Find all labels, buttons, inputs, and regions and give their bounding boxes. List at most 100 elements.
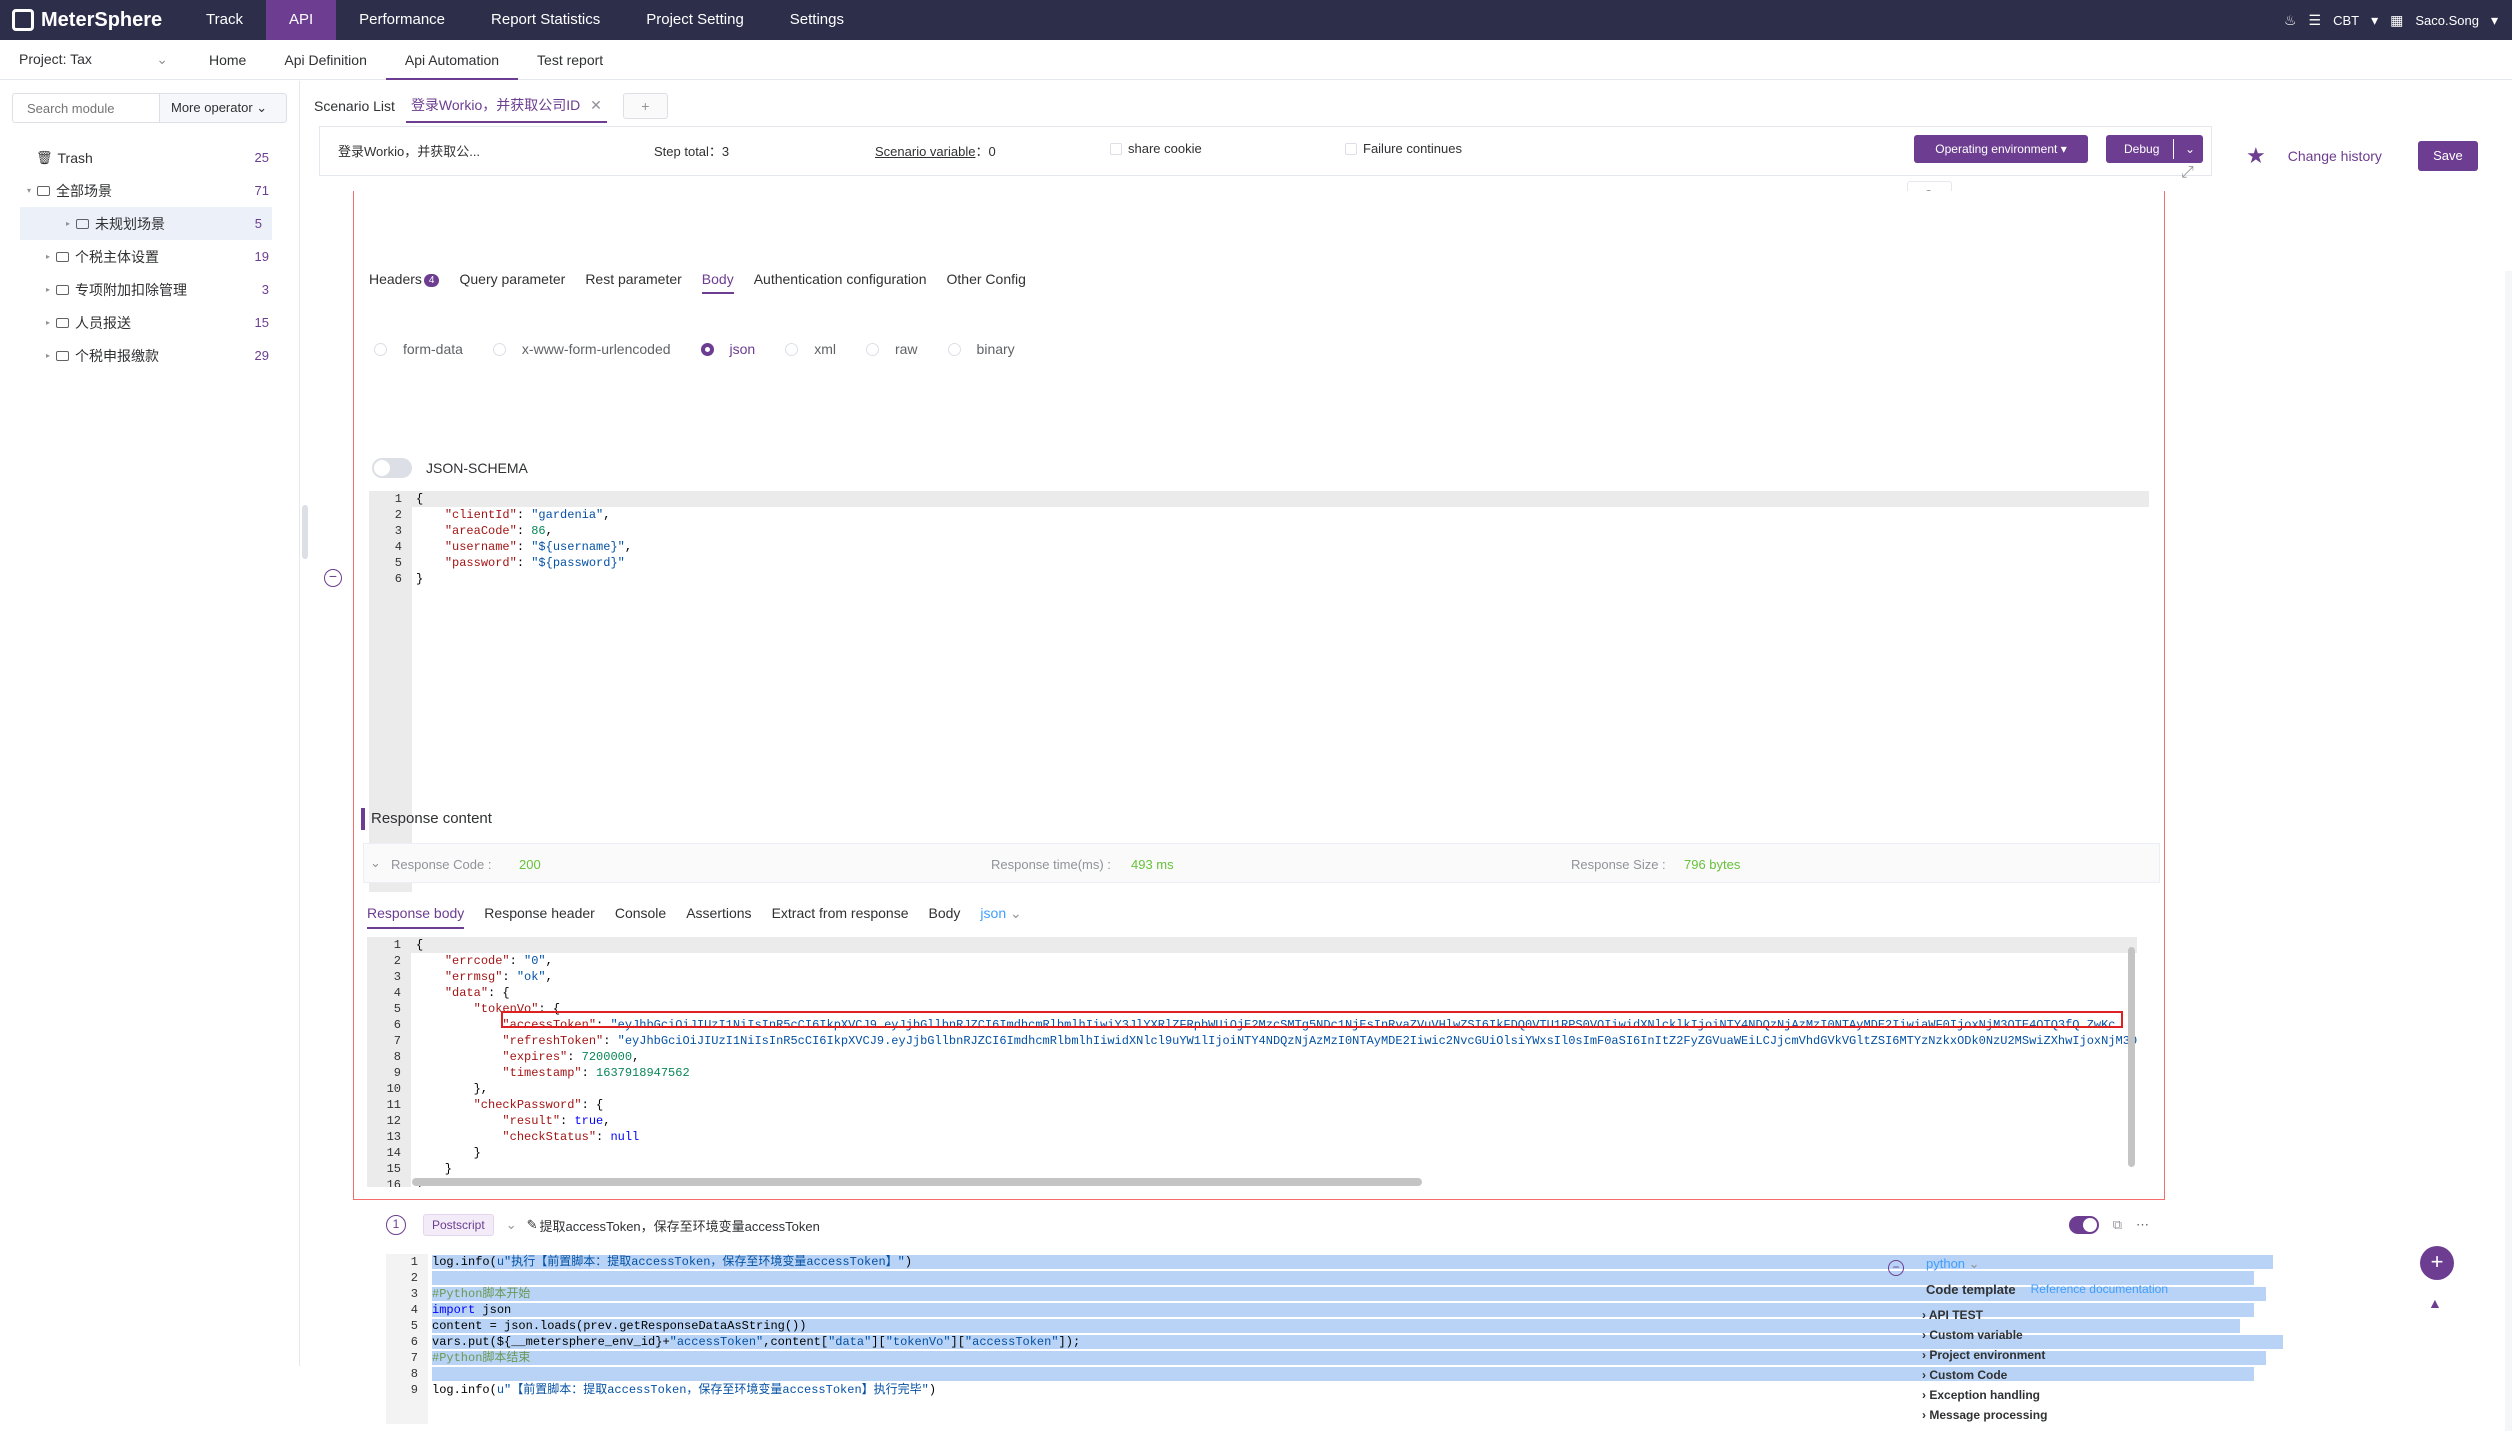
project-selector[interactable]: Project: Tax ⌄ xyxy=(0,51,190,68)
tree-item-tax-declaration[interactable]: ▸ 个税申报缴款 29 xyxy=(0,339,299,372)
tab-response-body[interactable]: Response body xyxy=(367,905,465,929)
radio-binary[interactable]: binary xyxy=(947,341,1015,357)
tree-item-tax-entity[interactable]: ▸ 个税主体设置 19 xyxy=(0,240,299,273)
search-module-input[interactable] xyxy=(12,93,160,123)
failure-continues-checkbox[interactable]: Failure continues xyxy=(1345,141,1462,156)
scenario-variable-link[interactable]: Scenario variable xyxy=(875,144,975,159)
tab-body[interactable]: Body xyxy=(701,271,734,294)
tree-item-all-scenarios[interactable]: ▾ 全部场景 71 xyxy=(0,174,299,207)
chevron-down-icon[interactable]: ⌄ xyxy=(370,855,381,871)
menu-report-statistics[interactable]: Report Statistics xyxy=(468,0,623,40)
subnav-test-report[interactable]: Test report xyxy=(518,40,622,80)
caret-right-icon[interactable]: ▸ xyxy=(46,318,56,327)
copy-icon[interactable]: ⧉ xyxy=(2113,1217,2122,1233)
tab-rest-parameter[interactable]: Rest parameter xyxy=(585,271,681,294)
tab-query-parameter[interactable]: Query parameter xyxy=(459,271,565,294)
language-icon[interactable]: ▦ xyxy=(2390,12,2403,29)
caret-right-icon[interactable]: ▸ xyxy=(66,219,76,228)
caret-right-icon[interactable]: ▸ xyxy=(46,285,56,294)
scroll-top-icon[interactable]: ▲ xyxy=(2428,1295,2442,1311)
more-operator-dropdown[interactable]: More operator ⌄ xyxy=(160,93,287,123)
tree-item-personnel[interactable]: ▸ 人员报送 15 xyxy=(0,306,299,339)
star-icon[interactable]: ★ xyxy=(2246,143,2266,169)
tab-headers[interactable]: Headers 4 xyxy=(369,271,440,294)
more-icon[interactable]: ⋯ xyxy=(2136,1217,2149,1233)
request-body-editor[interactable]: 123456 { "clientId": "gardenia", "areaCo… xyxy=(369,491,2149,892)
timezone-selector[interactable]: CBT xyxy=(2333,13,2359,28)
enable-toggle[interactable] xyxy=(2068,1216,2099,1234)
main-menu: Track API Performance Report Statistics … xyxy=(200,0,867,40)
tab-active-scenario[interactable]: 登录Workio，并获取公司ID ✕ xyxy=(405,89,607,123)
response-body-editor[interactable]: 1 2 3 4 5 6 7 8 9 10 11 12 13 14 15 16 { "errcode": "0"… xyxy=(367,937,2137,1187)
expand-icon[interactable]: ⤢ xyxy=(2181,164,2194,182)
app-logo[interactable]: MeterSphere xyxy=(0,9,200,32)
postscript-editor[interactable]: 123456789 log.info(u"执行【前置脚本：提取accessTok… xyxy=(386,1254,2283,1424)
close-icon[interactable]: ✕ xyxy=(590,97,602,113)
radio-json[interactable]: json xyxy=(700,341,755,357)
tab-scenario-list[interactable]: Scenario List xyxy=(309,98,400,114)
response-body-code[interactable]: { "errcode": "0", "errmsg": "ok", "data"… xyxy=(416,937,2137,1187)
vertical-scrollbar[interactable] xyxy=(2128,947,2135,1167)
user-menu[interactable]: Saco.Song xyxy=(2415,13,2479,28)
tree-item-trash[interactable]: 🗑 Trash 25 xyxy=(0,141,299,174)
tab-body-format[interactable]: Body xyxy=(929,905,961,929)
tab-extract-from-response[interactable]: Extract from response xyxy=(772,905,909,929)
category-custom-variable[interactable]: › Custom variable xyxy=(1922,1325,2168,1345)
add-tab-button[interactable]: + xyxy=(622,93,668,119)
menu-api[interactable]: API xyxy=(265,0,337,40)
subnav-home[interactable]: Home xyxy=(190,40,265,80)
save-button[interactable]: Save xyxy=(2417,141,2478,171)
radio-form-data[interactable]: form-data xyxy=(374,341,463,357)
menu-track[interactable]: Track xyxy=(200,0,266,40)
caret-down-icon[interactable]: ▾ xyxy=(27,186,37,195)
scenario-variable[interactable]: Scenario variable：0 xyxy=(875,141,996,160)
radio-urlencoded[interactable]: x-www-form-urlencoded xyxy=(492,341,671,357)
scenario-name[interactable]: 登录Workio，并获取公... xyxy=(338,141,480,160)
share-cookie-checkbox[interactable]: share cookie xyxy=(1110,141,1202,156)
tree-item-unplanned[interactable]: ▸ 未规划场景 5 xyxy=(20,207,272,240)
reference-documentation-link[interactable]: Reference documentation xyxy=(2031,1282,2168,1297)
caret-right-icon[interactable]: ▸ xyxy=(46,252,56,261)
chevron-down-icon[interactable]: ⌄ xyxy=(506,1217,517,1233)
category-project-environment[interactable]: › Project environment xyxy=(1922,1345,2168,1365)
operating-environment-button[interactable]: Operating environment ▾ xyxy=(1914,135,2088,163)
radio-raw[interactable]: raw xyxy=(865,341,918,357)
subnav-api-automation[interactable]: Api Automation xyxy=(385,40,519,80)
change-history-link[interactable]: Change history xyxy=(2288,148,2382,164)
caret-right-icon[interactable]: ▸ xyxy=(46,351,56,360)
tree-item-special-deduction[interactable]: ▸ 专项附加扣除管理 3 xyxy=(0,273,299,306)
tab-authentication[interactable]: Authentication configuration xyxy=(754,271,927,294)
collapse-icon[interactable]: − xyxy=(1888,1260,1904,1276)
toggle-switch[interactable] xyxy=(372,458,412,478)
response-summary-bar[interactable]: ⌄ Response Code : 200 Response time(ms) … xyxy=(363,843,2160,883)
category-message-processing[interactable]: › Message processing xyxy=(1922,1405,2168,1425)
radio-xml[interactable]: xml xyxy=(785,341,836,357)
edit-icon[interactable]: ✎ xyxy=(527,1217,538,1233)
category-api-test[interactable]: › API TEST xyxy=(1922,1305,2168,1325)
tab-console[interactable]: Console xyxy=(615,905,666,929)
menu-performance[interactable]: Performance xyxy=(336,0,468,40)
menu-project-setting[interactable]: Project Setting xyxy=(623,0,767,40)
debug-button[interactable]: Debug ⌄ xyxy=(2106,135,2203,163)
format-dropdown[interactable]: json ⌄ xyxy=(980,905,1021,929)
request-body-code[interactable]: { "clientId": "gardenia", "areaCode": 86… xyxy=(416,491,632,587)
add-step-button[interactable]: + xyxy=(2420,1246,2454,1280)
chevron-down-icon[interactable]: ▾ xyxy=(2371,12,2378,29)
postscript-code[interactable]: log.info(u"执行【前置脚本：提取accessToken，保存至环境变量… xyxy=(432,1254,2283,1398)
chevron-down-icon[interactable]: ⌄ xyxy=(2185,135,2195,163)
subnav-api-definition[interactable]: Api Definition xyxy=(265,40,386,80)
tab-other-config[interactable]: Other Config xyxy=(947,271,1026,294)
menu-settings[interactable]: Settings xyxy=(767,0,867,40)
category-custom-code[interactable]: › Custom Code xyxy=(1922,1365,2168,1385)
list-icon[interactable]: ☰ xyxy=(2309,12,2322,29)
bell-icon[interactable]: ♨ xyxy=(2284,12,2297,29)
category-exception-handling[interactable]: › Exception handling xyxy=(1922,1385,2168,1405)
collapse-step-icon[interactable]: − xyxy=(324,569,342,587)
horizontal-scrollbar[interactable] xyxy=(412,1178,1422,1186)
json-schema-toggle[interactable]: JSON-SCHEMA xyxy=(372,458,528,478)
language-selector[interactable]: python ⌄ xyxy=(1926,1256,2168,1272)
chevron-down-icon[interactable]: ▾ xyxy=(2491,12,2498,29)
postscript-description[interactable]: 提取accessToken，保存至环境变量accessToken xyxy=(540,1216,820,1235)
tab-assertions[interactable]: Assertions xyxy=(686,905,751,929)
tab-response-header[interactable]: Response header xyxy=(484,905,595,929)
